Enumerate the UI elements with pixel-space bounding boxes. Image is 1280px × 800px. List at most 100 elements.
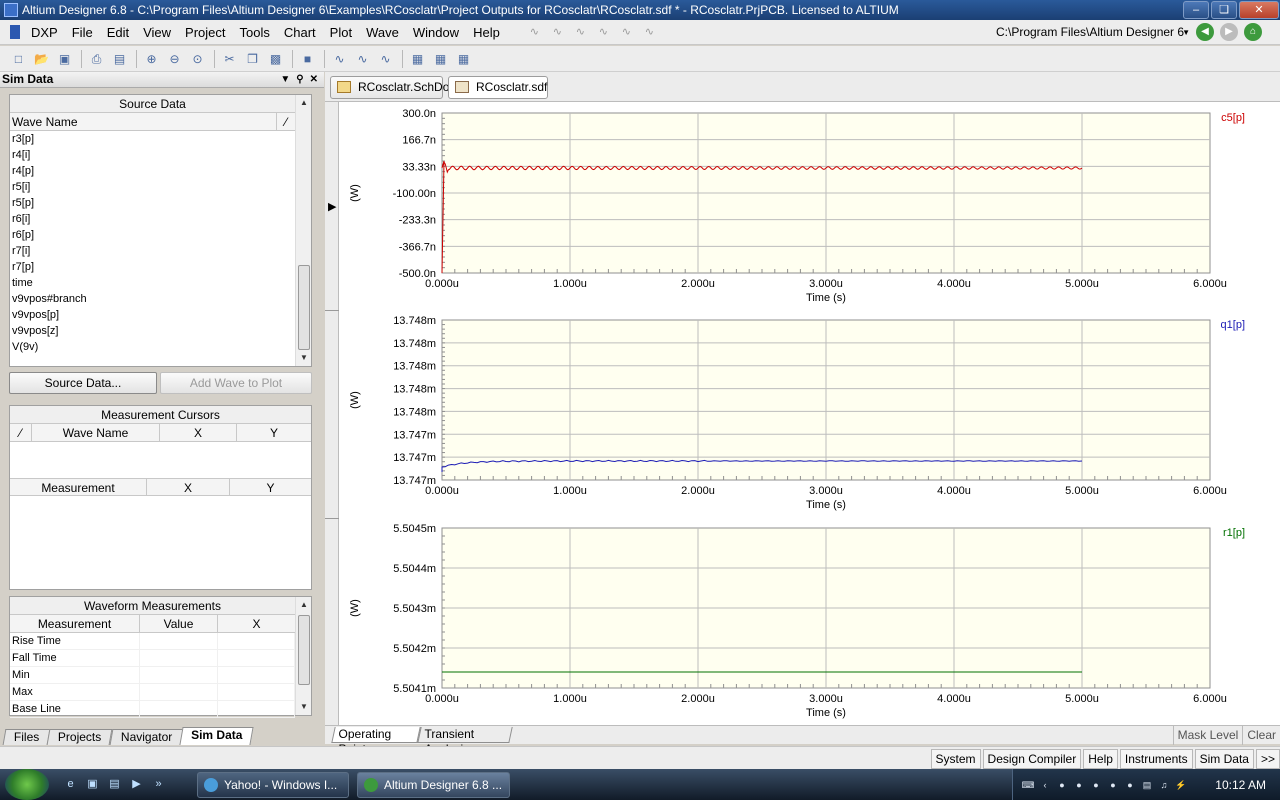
tab-projects[interactable]: Projects [46, 729, 114, 745]
waveform-scrollbar[interactable]: ▲ ▼ [295, 597, 311, 715]
tray-app-5-icon[interactable]: ● [1123, 778, 1137, 792]
waveform-measurement-column[interactable]: Measurement [10, 615, 140, 632]
scroll-thumb[interactable] [298, 615, 310, 685]
menu-edit[interactable]: Edit [100, 20, 136, 45]
remove-wave-icon[interactable]: ∿ [375, 49, 396, 69]
chart-options-icon[interactable]: ▦ [453, 49, 474, 69]
new-chart-icon[interactable]: ▦ [430, 49, 451, 69]
new-icon[interactable]: □ [8, 49, 29, 69]
tab-transient-analysis[interactable]: Transient Analysis [417, 727, 513, 756]
paste-icon[interactable]: ▩ [265, 49, 286, 69]
wave-list-item[interactable]: v9vpos[p] [10, 307, 295, 323]
print-icon[interactable]: ⎙ [86, 49, 107, 69]
restore-icon[interactable]: ❏ [1211, 1, 1237, 19]
delete-wave-icon[interactable]: ∿ [352, 49, 373, 69]
wave-tool-4-icon[interactable]: ∿ [594, 23, 613, 42]
more-quick-launch-icon[interactable]: » [150, 776, 167, 793]
tray-expand-icon[interactable]: ‹ [1038, 778, 1052, 792]
volume-icon[interactable]: ♫ [1157, 778, 1171, 792]
start-button[interactable] [5, 769, 49, 800]
print-preview-icon[interactable]: ▤ [109, 49, 130, 69]
back-icon[interactable]: ◀ [1196, 23, 1214, 41]
cursor-meas-y-column[interactable]: Y [230, 479, 311, 495]
tab-sim-data[interactable]: Sim Data [179, 727, 255, 745]
zoom-out-icon[interactable]: ⊖ [164, 49, 185, 69]
status-help[interactable]: Help [1083, 749, 1118, 769]
cursor-wave-name-column[interactable]: Wave Name [32, 424, 160, 441]
cursor-x-column[interactable]: X [160, 424, 237, 441]
stop-icon[interactable]: ■ [297, 49, 318, 69]
wave-list-item[interactable]: r7[i] [10, 243, 295, 259]
menu-tools[interactable]: Tools [233, 20, 277, 45]
tray-app-3-icon[interactable]: ● [1089, 778, 1103, 792]
home-icon[interactable]: ⌂ [1244, 23, 1262, 41]
wave-list-item[interactable]: r7[p] [10, 259, 295, 275]
source-data-button[interactable]: Source Data... [9, 372, 157, 394]
wave-list-item[interactable]: r5[i] [10, 179, 295, 195]
wave-tool-2-icon[interactable]: ∿ [548, 23, 567, 42]
menu-file[interactable]: File [65, 20, 100, 45]
tray-app-4-icon[interactable]: ● [1106, 778, 1120, 792]
add-wave-icon[interactable]: ∿ [329, 49, 350, 69]
wave-list-item[interactable]: v9vpos[z] [10, 323, 295, 339]
desktop-icon[interactable]: ▣ [84, 776, 101, 793]
cursor-meas-x-column[interactable]: X [147, 479, 230, 495]
switch-windows-icon[interactable]: ▤ [106, 776, 123, 793]
clear-button[interactable]: Clear [1242, 726, 1280, 745]
measurement-row[interactable]: Fall Time [10, 650, 295, 667]
sort-icon[interactable]: ⁄ [277, 113, 295, 130]
wave-tool-6-icon[interactable]: ∿ [640, 23, 659, 42]
menu-view[interactable]: View [136, 20, 178, 45]
panel-close-icon[interactable]: ✕ [310, 72, 318, 87]
wave-list-item[interactable]: r6[p] [10, 227, 295, 243]
wave-list-item[interactable]: r3[p] [10, 131, 295, 147]
forward-icon[interactable]: ▶ [1220, 23, 1238, 41]
wave-list-item[interactable]: V(9v) [10, 339, 295, 355]
tab-operating-point[interactable]: Operating Point [331, 727, 421, 756]
tray-app-1-icon[interactable]: ● [1055, 778, 1069, 792]
zoom-fit-icon[interactable]: ⊙ [187, 49, 208, 69]
waveform-chart[interactable]: 0.000u 1.000u 2.000u 3.000u 4.000u 5.000u 6.00… [340, 103, 1280, 725]
ie-icon[interactable]: e [62, 776, 79, 793]
media-icon[interactable]: ▶ [128, 776, 145, 793]
waveform-value-column[interactable]: Value [140, 615, 218, 632]
tab-files[interactable]: Files [2, 729, 51, 745]
keyboard-icon[interactable]: ⌨ [1021, 778, 1035, 792]
status-instruments[interactable]: Instruments [1119, 749, 1193, 769]
cut-icon[interactable]: ✂ [219, 49, 240, 69]
wave-tool-5-icon[interactable]: ∿ [617, 23, 636, 42]
measurement-row[interactable]: Base Line [10, 701, 295, 718]
plot-selector-strip[interactable]: ▶ [325, 102, 339, 725]
open-icon[interactable]: 📂 [31, 49, 52, 69]
status-sim-data[interactable]: Sim Data [1194, 749, 1254, 769]
waveform-x-column[interactable]: X [218, 615, 295, 632]
menu-plot[interactable]: Plot [323, 20, 359, 45]
menu-wave[interactable]: Wave [359, 20, 406, 45]
scroll-down-icon[interactable]: ▼ [296, 699, 312, 715]
wave-list-item[interactable]: r4[p] [10, 163, 295, 179]
scroll-down-icon[interactable]: ▼ [296, 350, 312, 366]
wave-list-item[interactable]: r4[i] [10, 147, 295, 163]
menu-dxp[interactable]: DXP [24, 20, 65, 45]
path-dropdown[interactable]: C:\Program Files\Altium Designer 6 ▼ [996, 23, 1190, 42]
status-design-compiler[interactable]: Design Compiler [982, 749, 1082, 769]
zoom-in-icon[interactable]: ⊕ [141, 49, 162, 69]
menu-chart[interactable]: Chart [277, 20, 323, 45]
task-altium[interactable]: Altium Designer 6.8 ... [357, 772, 510, 798]
tray-app-2-icon[interactable]: ● [1072, 778, 1086, 792]
measurement-row[interactable]: Rise Time [10, 633, 295, 650]
task-yahoo[interactable]: Yahoo! - Windows I... [197, 772, 349, 798]
wave-tool-3-icon[interactable]: ∿ [571, 23, 590, 42]
menu-help[interactable]: Help [466, 20, 507, 45]
wave-list-item[interactable]: r6[i] [10, 211, 295, 227]
minimize-icon[interactable]: – [1183, 1, 1209, 19]
close-icon[interactable]: ✕ [1239, 1, 1279, 19]
menu-project[interactable]: Project [178, 20, 232, 45]
add-plot-icon[interactable]: ▦ [407, 49, 428, 69]
status-more[interactable]: >> [1255, 749, 1280, 769]
wave-list-item[interactable]: v9vpos#branch [10, 291, 295, 307]
pin-icon[interactable]: ⚲ [296, 72, 303, 87]
cursor-measurement-column[interactable]: Measurement [10, 479, 147, 495]
status-system[interactable]: System [930, 749, 981, 769]
wave-list-item[interactable]: time [10, 275, 295, 291]
